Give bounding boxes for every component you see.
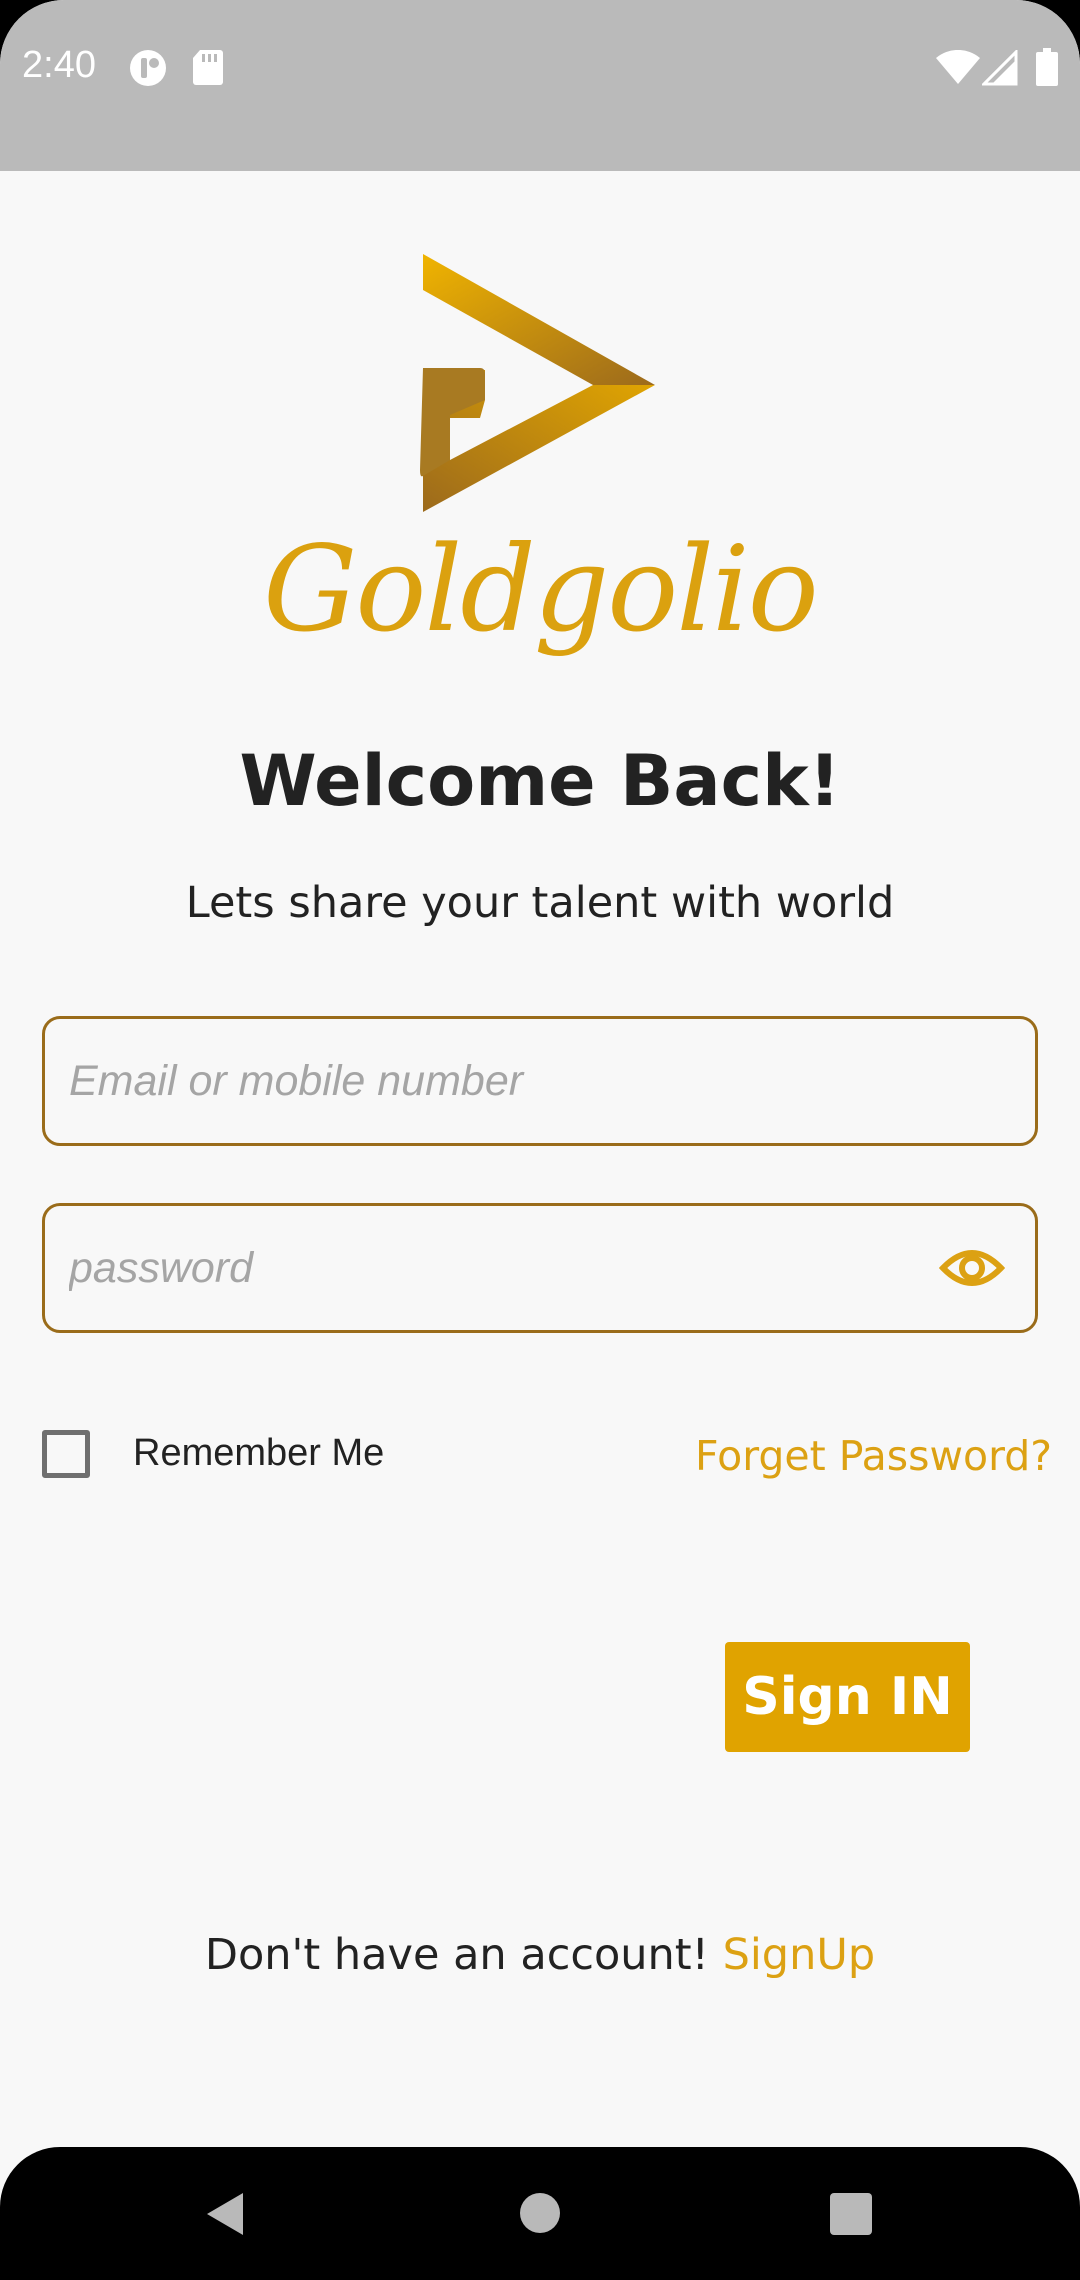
signup-prompt: Don't have an account!	[204, 1930, 709, 1980]
welcome-title: Welcome Back!	[239, 740, 841, 822]
email-field[interactable]	[42, 1016, 1038, 1146]
sd-card-icon	[192, 48, 224, 91]
sign-in-button[interactable]: Sign IN	[725, 1642, 970, 1752]
app-notification-icon	[128, 48, 168, 93]
status-bar: 2:40	[0, 0, 1080, 171]
remember-me-checkbox[interactable]	[42, 1430, 90, 1478]
eye-icon[interactable]	[938, 1238, 1006, 1298]
home-icon[interactable]	[520, 2193, 560, 2233]
back-icon[interactable]	[205, 2191, 245, 2242]
wifi-icon	[936, 49, 980, 91]
battery-icon	[1036, 48, 1058, 91]
password-field[interactable]	[42, 1203, 1038, 1333]
screen: 2:40 Goldgolio Welcome Back! Lets share …	[0, 0, 1080, 2280]
recents-icon[interactable]	[830, 2193, 872, 2235]
forget-password-link[interactable]: Forget Password?	[695, 1432, 1052, 1480]
brand-name: Goldgolio	[263, 520, 819, 658]
password-input[interactable]	[69, 1206, 949, 1330]
signup-link[interactable]: SignUp	[723, 1930, 876, 1980]
signup-row: Don't have an account! SignUp	[0, 1930, 1080, 1980]
welcome-subtitle: Lets share your talent with world	[185, 878, 895, 928]
email-input[interactable]	[69, 1019, 949, 1143]
signal-icon	[980, 48, 1018, 91]
navigation-bar	[0, 2147, 1080, 2280]
status-time: 2:40	[22, 44, 96, 86]
remember-me-label[interactable]: Remember Me	[133, 1432, 384, 1475]
